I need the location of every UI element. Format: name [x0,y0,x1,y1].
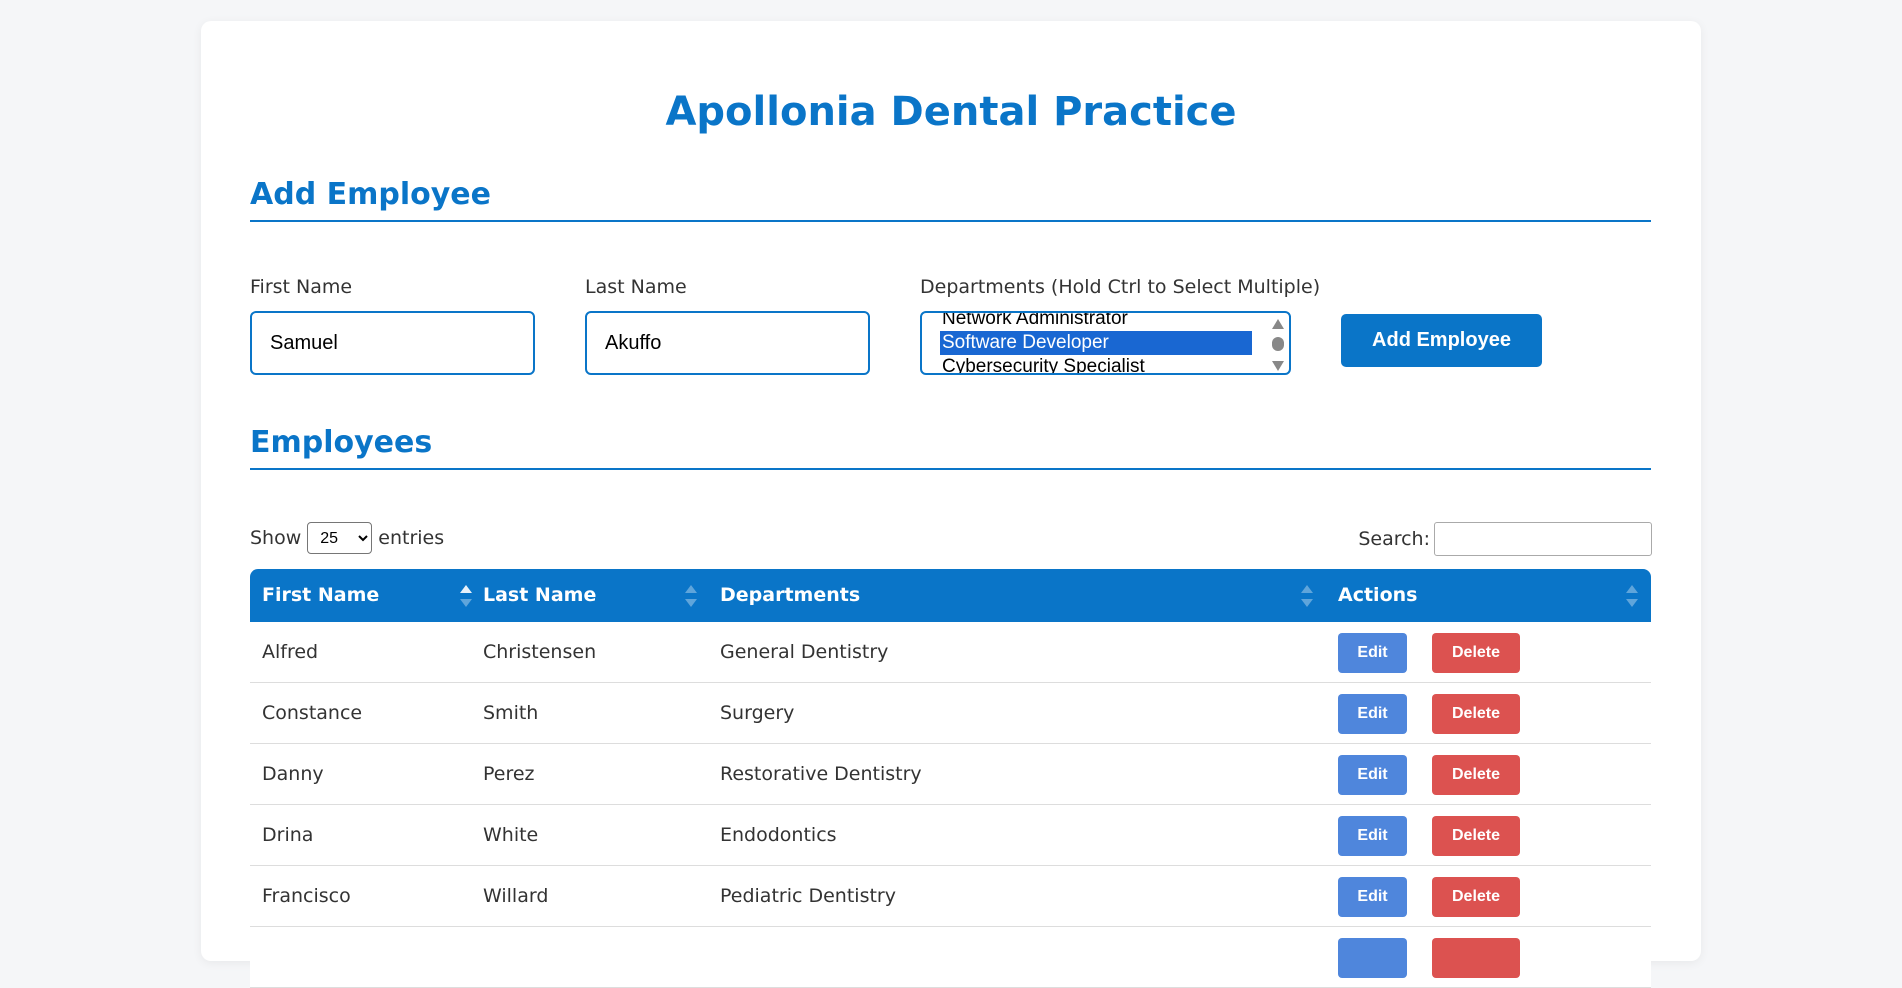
table-row: Alfred Christensen General Dentistry Edi… [250,622,1651,683]
cell-last-name: Christensen [483,641,597,663]
cell-last-name: Perez [483,763,535,785]
edit-button[interactable]: Edit [1338,755,1407,795]
edit-button[interactable] [1338,938,1407,978]
page-size-control: Show 25 entries [250,522,444,554]
search-label: Search: [1358,528,1430,550]
cell-first-name: Constance [262,702,363,724]
page-size-select[interactable]: 25 [307,522,373,554]
column-header-first-name[interactable]: First Name [250,569,379,622]
last-name-label: Last Name [585,276,687,298]
cell-departments: General Dentistry [720,641,889,663]
sort-icon[interactable] [685,585,697,607]
department-option[interactable]: Cybersecurity Specialist [940,355,1252,373]
entries-label: entries [378,527,445,549]
delete-button[interactable] [1432,938,1520,978]
cell-departments: Restorative Dentistry [720,763,922,785]
delete-button[interactable]: Delete [1432,877,1520,917]
cell-last-name: Willard [483,885,549,907]
search-input[interactable] [1434,522,1652,556]
cell-departments: Endodontics [720,824,837,846]
table-row-partial [250,927,1651,988]
cell-departments: Pediatric Dentistry [720,885,896,907]
delete-button[interactable]: Delete [1432,633,1520,673]
department-option[interactable]: Network Administrator [940,313,1252,331]
delete-button[interactable]: Delete [1432,755,1520,795]
delete-button[interactable]: Delete [1432,816,1520,856]
cell-first-name: Alfred [262,641,319,663]
first-name-label: First Name [250,276,353,298]
table-header: First Name Last Name Departments Actions [250,569,1651,622]
cell-last-name: Smith [483,702,539,724]
main-card: Apollonia Dental Practice Add Employee F… [201,21,1701,988]
cell-last-name: White [483,824,539,846]
sort-icon[interactable] [1626,585,1638,607]
edit-button[interactable]: Edit [1338,816,1407,856]
edit-button[interactable]: Edit [1338,694,1407,734]
table-row: Francisco Willard Pediatric Dentistry Ed… [250,866,1651,927]
column-header-last-name[interactable]: Last Name [471,569,596,622]
column-header-actions[interactable]: Actions [1326,569,1417,622]
department-option-selected[interactable]: Software Developer [940,331,1252,355]
add-employee-heading: Add Employee [250,177,1651,222]
employees-heading: Employees [250,425,1651,470]
sort-icon[interactable] [1301,585,1313,607]
delete-button[interactable]: Delete [1432,694,1520,734]
page-title: Apollonia Dental Practice [665,89,1237,135]
show-label: Show [250,527,302,549]
departments-scrollbar[interactable] [1271,317,1285,371]
cell-first-name: Francisco [262,885,351,907]
departments-label: Departments (Hold Ctrl to Select Multipl… [920,276,1321,298]
cell-first-name: Drina [262,824,314,846]
edit-button[interactable]: Edit [1338,877,1407,917]
column-header-departments[interactable]: Departments [708,569,860,622]
cell-first-name: Danny [262,763,324,785]
departments-multiselect[interactable]: Network Administrator Software Developer… [920,311,1291,375]
scroll-up-icon[interactable] [1272,319,1284,329]
scroll-thumb[interactable] [1272,337,1284,351]
edit-button[interactable]: Edit [1338,633,1407,673]
first-name-input[interactable] [250,311,535,375]
cell-departments: Surgery [720,702,795,724]
scroll-down-icon[interactable] [1272,361,1284,371]
table-row: Drina White Endodontics Edit Delete [250,805,1651,866]
table-row: Constance Smith Surgery Edit Delete [250,683,1651,744]
employees-table: First Name Last Name Departments Actions… [250,569,1651,988]
table-row: Danny Perez Restorative Dentistry Edit D… [250,744,1651,805]
add-employee-button[interactable]: Add Employee [1341,314,1542,367]
last-name-input[interactable] [585,311,870,375]
search-control: Search: [1358,522,1652,556]
